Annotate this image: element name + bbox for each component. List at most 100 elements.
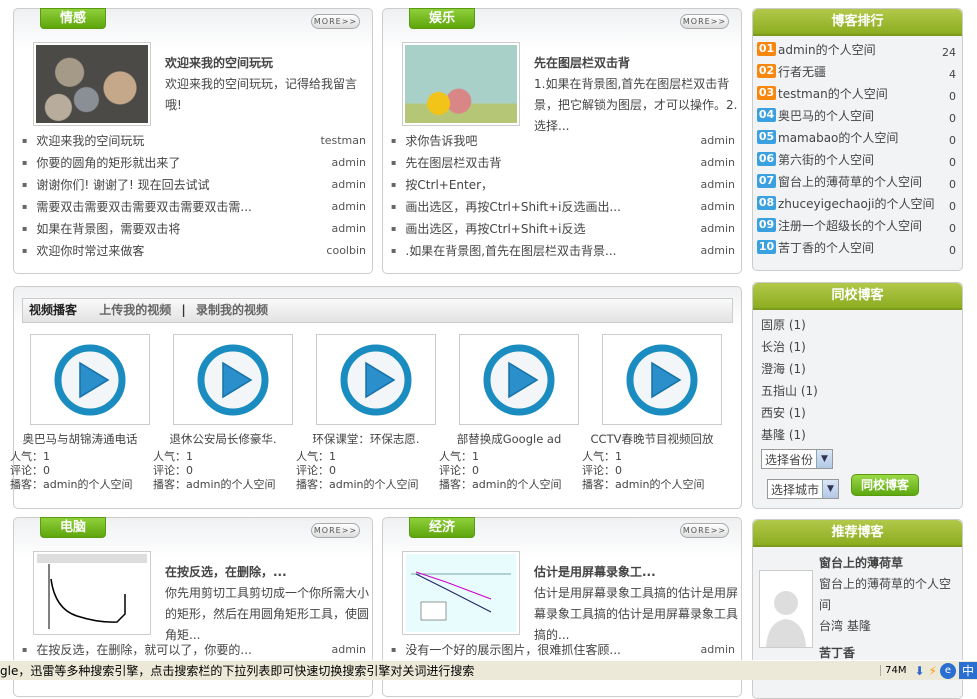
school-item[interactable]: 西安 (1) xyxy=(761,402,962,424)
video-author[interactable]: 播客：admin的个人空间 xyxy=(296,478,436,492)
list-item[interactable]: 如果在背景图，需要双击将 admin xyxy=(22,218,366,240)
ranking-item[interactable]: 04 奥巴马的个人空间 0 xyxy=(753,104,962,126)
video-name[interactable]: 部替换成Google ad xyxy=(439,432,579,446)
ranking-item[interactable]: 02 行者无疆 4 xyxy=(753,60,962,82)
ranking-item[interactable]: 07 窗台上的薄荷草的个人空间 0 xyxy=(753,170,962,192)
video-thumbnail[interactable] xyxy=(30,334,150,425)
item-title[interactable]: 如果在背景图，需要双击将 xyxy=(22,218,180,240)
item-title[interactable]: 画出选区，再按Ctrl+Shift+i反选画出... xyxy=(391,196,621,218)
more-button[interactable]: MORE>> xyxy=(311,14,360,29)
list-item[interactable]: 求你告诉我吧 admin xyxy=(391,130,735,152)
video-author[interactable]: 播客：admin的个人空间 xyxy=(582,478,722,492)
province-select[interactable]: 选择省份 ▼ xyxy=(761,449,834,469)
item-title[interactable]: 先在图层栏双击背 xyxy=(391,152,501,174)
ranking-name[interactable]: mamabao的个人空间 xyxy=(778,129,898,146)
school-item[interactable]: 长治 (1) xyxy=(761,336,962,358)
video-name[interactable]: 奥巴马与胡锦涛通电话 xyxy=(10,432,150,446)
ranking-item[interactable]: 05 mamabao的个人空间 0 xyxy=(753,126,962,148)
video-author[interactable]: 播客：admin的个人空间 xyxy=(10,478,150,492)
video-author[interactable]: 播客：admin的个人空间 xyxy=(439,478,579,492)
item-title[interactable]: 欢迎你时常过来做客 xyxy=(22,240,144,262)
ranking-name[interactable]: 行者无疆 xyxy=(778,63,826,80)
ranking-item[interactable]: 10 苦丁香的个人空间 0 xyxy=(753,236,962,258)
video-thumbnail[interactable] xyxy=(173,334,293,425)
ime-indicator[interactable]: 中 xyxy=(958,662,977,679)
video-thumbnail[interactable] xyxy=(602,334,722,425)
tab-economy[interactable]: 经济 xyxy=(409,517,475,538)
ranking-item[interactable]: 01 admin的个人空间 24 xyxy=(753,38,962,60)
feature-title[interactable]: 先在图层栏双击背 xyxy=(534,53,739,74)
feature-image[interactable] xyxy=(402,42,520,126)
list-item[interactable]: 你要的圆角的矩形就出来了 admin xyxy=(22,152,366,174)
feature-image[interactable] xyxy=(33,42,151,126)
avatar[interactable] xyxy=(759,570,813,648)
school-blog-button[interactable]: 同校博客 xyxy=(851,474,920,496)
download-icon[interactable]: ⬇ xyxy=(910,664,928,678)
list-item[interactable]: 没有一个好的展示图片，很难抓住客顾... admin xyxy=(391,639,735,661)
record-video-link[interactable]: 录制我的视频 xyxy=(196,303,268,317)
ranking-name[interactable]: 苦丁香的个人空间 xyxy=(778,239,874,256)
ranking-item[interactable]: 06 第六街的个人空间 0 xyxy=(753,148,962,170)
item-title[interactable]: 求你告诉我吧 xyxy=(391,130,477,152)
recommend-user-location: 台湾 基隆 xyxy=(819,619,871,633)
rank-badge: 09 xyxy=(757,218,776,232)
ranking-name[interactable]: admin的个人空间 xyxy=(778,41,876,58)
list-item[interactable]: 谢谢你们! 谢谢了! 现在回去试试 admin xyxy=(22,174,366,196)
ie-icon[interactable]: e xyxy=(939,662,956,679)
tab-entertainment[interactable]: 娱乐 xyxy=(409,8,475,29)
recommend-user-space[interactable]: 窗台上的薄荷草的个人空间 xyxy=(819,574,959,616)
item-title[interactable]: 没有一个好的展示图片，很难抓住客顾... xyxy=(391,639,620,661)
item-title[interactable]: 欢迎来我的空间玩玩 xyxy=(22,130,144,152)
ranking-name[interactable]: 窗台上的薄荷草的个人空间 xyxy=(778,173,922,190)
item-title[interactable]: .如果在背景图,首先在图层栏双击背景... xyxy=(391,240,616,262)
list-item[interactable]: .如果在背景图,首先在图层栏双击背景... admin xyxy=(391,240,735,262)
item-title[interactable]: 谢谢你们! 谢谢了! 现在回去试试 xyxy=(22,174,209,196)
feature-image[interactable] xyxy=(402,551,520,635)
item-title[interactable]: 在按反选，在删除，就可以了，你要的... xyxy=(22,639,251,661)
list-item[interactable]: 在按反选，在删除，就可以了，你要的... admin xyxy=(22,639,366,661)
school-item[interactable]: 基隆 (1) xyxy=(761,424,962,446)
recommend-user-name[interactable]: 窗台上的薄荷草 xyxy=(819,553,959,574)
lightning-icon[interactable]: ⚡ xyxy=(929,664,937,678)
more-button[interactable]: MORE>> xyxy=(311,523,360,538)
ranking-item[interactable]: 09 注册一个超级长的个人空间 0 xyxy=(753,214,962,236)
video-name[interactable]: CCTV春晚节目视频回放 xyxy=(582,432,722,446)
more-button[interactable]: MORE>> xyxy=(680,523,729,538)
school-item[interactable]: 澄海 (1) xyxy=(761,358,962,380)
tab-computer[interactable]: 电脑 xyxy=(40,517,106,538)
ranking-name[interactable]: zhuceyigechaoji的个人空间 xyxy=(778,195,935,212)
list-item[interactable]: 按Ctrl+Enter， admin xyxy=(391,174,735,196)
item-title[interactable]: 画出选区，再按Ctrl+Shift+i反选 xyxy=(391,218,585,240)
video-thumbnail[interactable] xyxy=(459,334,579,425)
ranking-item[interactable]: 03 testman的个人空间 0 xyxy=(753,82,962,104)
upload-video-link[interactable]: 上传我的视频 xyxy=(99,303,171,317)
user-silhouette-icon xyxy=(766,591,806,647)
tab-emotion[interactable]: 情感 xyxy=(40,8,106,29)
list-item[interactable]: 欢迎你时常过来做客 coolbin xyxy=(22,240,366,262)
list-item[interactable]: 需要双击需要双击需要双击需要双击需... admin xyxy=(22,196,366,218)
school-item[interactable]: 五指山 (1) xyxy=(761,380,962,402)
feature-title[interactable]: 估计是用屏幕录象工... xyxy=(534,562,739,583)
list-item[interactable]: 画出选区，再按Ctrl+Shift+i反选 admin xyxy=(391,218,735,240)
item-title[interactable]: 按Ctrl+Enter， xyxy=(391,174,493,196)
ranking-name[interactable]: 第六街的个人空间 xyxy=(778,151,874,168)
item-title[interactable]: 你要的圆角的矩形就出来了 xyxy=(22,152,180,174)
list-item[interactable]: 画出选区，再按Ctrl+Shift+i反选画出... admin xyxy=(391,196,735,218)
more-button[interactable]: MORE>> xyxy=(680,14,729,29)
item-title[interactable]: 需要双击需要双击需要双击需要双击需... xyxy=(22,196,251,218)
video-thumbnail[interactable] xyxy=(316,334,436,425)
feature-title[interactable]: 欢迎来我的空间玩玩 xyxy=(165,53,370,74)
city-select[interactable]: 选择城市 ▼ xyxy=(767,479,840,499)
feature-image[interactable] xyxy=(33,551,151,635)
video-name[interactable]: 退休公安局长修豪华. xyxy=(153,432,293,446)
video-author[interactable]: 播客：admin的个人空间 xyxy=(153,478,293,492)
video-name[interactable]: 环保课堂：环保志愿. xyxy=(296,432,436,446)
ranking-name[interactable]: 奥巴马的个人空间 xyxy=(778,107,874,124)
school-item[interactable]: 固原 (1) xyxy=(761,314,962,336)
ranking-name[interactable]: 注册一个超级长的个人空间 xyxy=(778,217,922,234)
ranking-name[interactable]: testman的个人空间 xyxy=(778,85,888,102)
ranking-item[interactable]: 08 zhuceyigechaoji的个人空间 0 xyxy=(753,192,962,214)
list-item[interactable]: 先在图层栏双击背 admin xyxy=(391,152,735,174)
list-item[interactable]: 欢迎来我的空间玩玩 testman xyxy=(22,130,366,152)
feature-title[interactable]: 在按反选，在删除，... xyxy=(165,562,370,583)
